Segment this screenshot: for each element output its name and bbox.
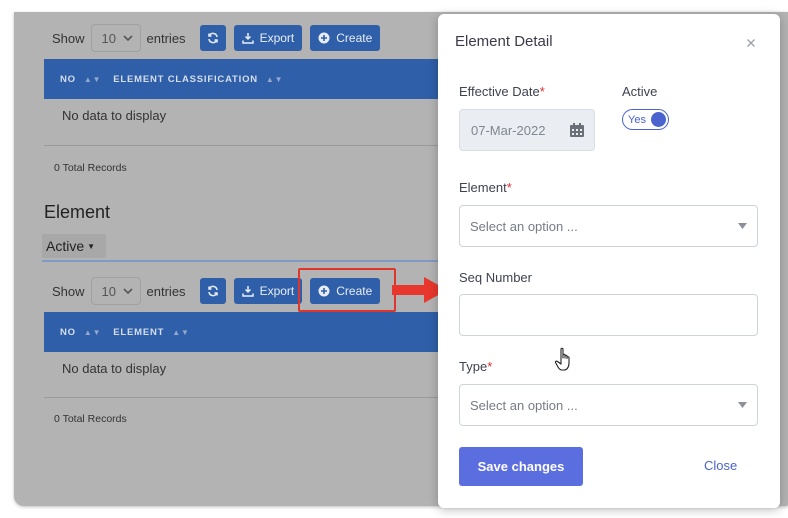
sort-icon: ▲▼ [265,74,284,84]
save-changes-button[interactable]: Save changes [459,447,583,486]
callout-highlight-box [298,268,396,312]
table-controls-classification: Show 10 entries Export Create [52,24,381,52]
export-label: Export [259,31,295,45]
chevron-down-icon [122,288,133,295]
column-header-element-classification[interactable]: ELEMENT CLASSIFICATION [113,74,258,85]
divider [44,145,438,146]
entries-value: 10 [101,30,116,46]
required-mark: * [539,84,545,99]
create-button[interactable]: Create [310,25,381,51]
entries-label: entries [146,30,186,46]
plus-circle-icon [318,32,330,44]
close-button[interactable]: Close [704,458,737,473]
total-records: 0 Total Records [54,413,127,425]
section-title-element: Element [44,202,111,222]
chevron-down-icon [122,35,133,42]
refresh-button[interactable] [199,278,226,304]
export-button[interactable]: Export [233,25,303,51]
element-detail-modal: Element Detail Effective Date* 07-Mar-20… [438,14,780,508]
required-mark: * [506,180,512,195]
caret-down-icon: ▼ [87,241,96,251]
sort-icon: ▲▼ [172,327,190,337]
type-select-placeholder: Select an option ... [470,397,578,413]
element-table-header: NO ▲▼ ELEMENT ▲▼ [44,312,464,352]
seq-number-input[interactable] [459,294,758,336]
entries-select[interactable]: 10 [90,24,141,52]
divider [44,397,438,398]
export-button[interactable]: Export [233,278,303,304]
calendar-icon[interactable] [569,122,585,138]
total-records: 0 Total Records [54,162,127,174]
element-select[interactable]: Select an option ... [459,205,758,247]
status-filter-label: Active [46,238,85,254]
show-label: Show [52,283,85,299]
element-label: Element* [459,180,512,195]
effective-date-input[interactable]: 07-Mar-2022 [459,109,595,151]
classification-table-header: NO ▲▼ ELEMENT CLASSIFICATION ▲▼ [44,59,464,99]
toggle-knob [651,112,666,127]
close-icon[interactable] [744,36,758,50]
column-header-no[interactable]: NO [60,327,76,338]
column-header-element[interactable]: ELEMENT [113,327,164,338]
caret-down-icon [738,402,747,408]
type-label: Type* [459,359,493,374]
effective-date-label: Effective Date* [459,84,545,99]
refresh-icon [207,32,218,44]
caret-down-icon [738,223,747,229]
type-select[interactable]: Select an option ... [459,384,758,426]
download-icon [241,286,254,297]
empty-state-text: No data to display [62,361,167,376]
entries-label: entries [146,283,186,299]
seq-number-label: Seq Number [459,270,532,285]
refresh-icon [207,285,218,297]
entries-select[interactable]: 10 [90,277,141,305]
required-mark: * [487,359,493,374]
download-icon [241,33,254,44]
effective-date-value: 07-Mar-2022 [471,122,546,138]
export-label: Export [259,284,295,298]
column-header-no[interactable]: NO [60,74,76,85]
status-filter-dropdown[interactable]: Active ▼ [42,234,106,258]
sort-icon: ▲▼ [83,74,102,84]
entries-value: 10 [101,283,116,299]
empty-state-text: No data to display [62,108,167,123]
create-label: Create [336,31,373,45]
active-toggle[interactable]: Yes [622,109,669,130]
element-select-placeholder: Select an option ... [470,218,578,234]
active-label: Active [622,84,658,99]
active-toggle-text: Yes [628,113,646,126]
modal-title: Element Detail [455,33,553,50]
sort-icon: ▲▼ [83,327,102,337]
hand-cursor-icon [554,347,570,371]
status-filter-underline [42,260,438,262]
refresh-button[interactable] [199,25,226,51]
show-label: Show [52,30,85,46]
